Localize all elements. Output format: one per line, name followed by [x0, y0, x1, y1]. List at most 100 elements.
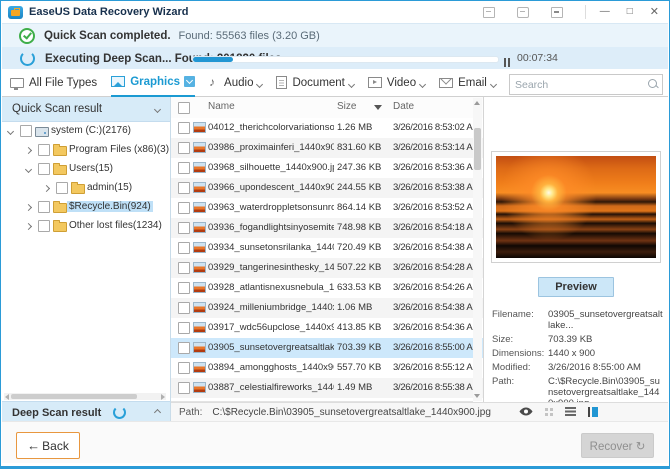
- file-row[interactable]: 03928_atlantisnexusnebula_144...633.53 K…: [171, 278, 483, 298]
- scroll-down-arrow[interactable]: [474, 394, 480, 398]
- chevron-down-icon[interactable]: [347, 74, 355, 92]
- row-checkbox[interactable]: [178, 302, 190, 314]
- chevron-right-icon[interactable]: [42, 184, 51, 193]
- tree-item[interactable]: Users(15): [2, 160, 170, 179]
- chevron-down-icon[interactable]: [489, 74, 497, 92]
- tree-item-label: $Recycle.Bin(924): [67, 201, 153, 212]
- row-checkbox[interactable]: [178, 362, 190, 374]
- row-checkbox[interactable]: [178, 262, 190, 274]
- tree-checkbox[interactable]: [38, 201, 50, 213]
- row-checkbox[interactable]: [178, 382, 190, 394]
- close-button[interactable]: ✕: [650, 1, 659, 23]
- sort-desc-icon[interactable]: [374, 105, 382, 110]
- file-size: 703.39 KB: [337, 342, 382, 353]
- feedback-icon[interactable]: [516, 6, 529, 18]
- filter-audio[interactable]: Audio: [209, 69, 264, 96]
- tree-item[interactable]: $Recycle.Bin(924): [2, 198, 170, 217]
- filter-email[interactable]: Email: [439, 69, 497, 96]
- row-checkbox[interactable]: [178, 202, 190, 214]
- back-button[interactable]: ← Back: [16, 432, 80, 459]
- preview-eye-icon[interactable]: [519, 406, 533, 417]
- horizontal-scrollbar[interactable]: [4, 393, 166, 400]
- row-checkbox[interactable]: [178, 282, 190, 294]
- grid-view-icon[interactable]: [545, 407, 553, 416]
- scrollbar-thumb[interactable]: [474, 128, 481, 170]
- preview-button[interactable]: Preview: [538, 277, 614, 297]
- scrollbar-thumb[interactable]: [11, 394, 138, 399]
- file-row[interactable]: 03887_celestialfireworks_1440x...1.49 MB…: [171, 378, 483, 398]
- scanning-spinner-icon: [113, 406, 127, 419]
- chevron-right-icon[interactable]: [24, 222, 33, 231]
- file-row[interactable]: 03929_tangerinesinthesky_1440...507.22 K…: [171, 258, 483, 278]
- column-header-size[interactable]: Size: [337, 101, 356, 112]
- chevron-right-icon[interactable]: [24, 146, 33, 155]
- tree-item[interactable]: Program Files (x86)(3): [2, 141, 170, 160]
- vertical-scrollbar[interactable]: [473, 98, 482, 401]
- file-row[interactable]: 03968_silhouette_1440x900.jpg 247.36 KB 3/…: [171, 158, 483, 178]
- filter-document[interactable]: Document: [276, 69, 355, 96]
- file-name: 03968_silhouette_1440x900.jpg: [208, 162, 334, 173]
- quick-scan-status-row: Quick Scan completed. Found: 55563 files…: [2, 23, 668, 47]
- file-row[interactable]: 03924_milleniumbridge_1440x9...1.06 MB 3/…: [171, 298, 483, 318]
- file-row[interactable]: 03936_fogandlightsinyosemite... 748.98 KB…: [171, 218, 483, 238]
- success-check-icon: [19, 27, 35, 44]
- chevron-down-icon[interactable]: [6, 127, 15, 136]
- maximize-button[interactable]: □: [627, 1, 633, 23]
- row-checkbox[interactable]: [178, 342, 190, 354]
- file-row[interactable]: 03905_sunsetovergreatsaltlake... 703.39 K…: [171, 338, 483, 358]
- recover-button[interactable]: Recover ↻: [581, 433, 654, 458]
- file-size: 1.49 MB: [337, 382, 373, 393]
- tree-item[interactable]: admin(15): [2, 179, 170, 198]
- chevron-down-icon[interactable]: [419, 74, 427, 92]
- select-all-checkbox[interactable]: [178, 102, 190, 114]
- tree-checkbox[interactable]: [20, 125, 32, 137]
- row-checkbox[interactable]: [178, 142, 190, 154]
- column-header-name[interactable]: Name: [208, 101, 235, 112]
- file-row[interactable]: 03917_wdc56upclose_1440x90...413.85 KB 3/…: [171, 318, 483, 338]
- tree-checkbox[interactable]: [56, 182, 68, 194]
- file-row[interactable]: 03986_proximainferi_1440x900...831.60 KB…: [171, 138, 483, 158]
- tree-item[interactable]: system (C:)(2176): [2, 122, 170, 141]
- file-row[interactable]: 03934_sunsetonsrilanka_1440x...720.49 KB…: [171, 238, 483, 258]
- list-view-icon[interactable]: [565, 407, 576, 416]
- deep-scan-result-header[interactable]: Deep Scan result: [2, 401, 170, 423]
- chevron-right-icon[interactable]: [24, 203, 33, 212]
- tree-item[interactable]: Other lost files(1234): [2, 217, 170, 236]
- row-checkbox[interactable]: [178, 242, 190, 254]
- row-checkbox[interactable]: [178, 162, 190, 174]
- file-date: 3/26/2016 8:53:36 AM: [393, 162, 477, 173]
- filter-graphics[interactable]: Graphics: [111, 68, 196, 97]
- tree-checkbox[interactable]: [38, 144, 50, 156]
- file-row[interactable]: 03966_upondescent_1440x900...244.55 KB 3/…: [171, 178, 483, 198]
- search-input[interactable]: [510, 75, 642, 95]
- file-row[interactable]: 03894_amongghosts_1440x900...557.70 KB 3/…: [171, 358, 483, 378]
- columns-view-icon[interactable]: [588, 406, 598, 417]
- app-logo-icon: [8, 5, 23, 19]
- file-row[interactable]: 04012_therichcolorvariationsof... 1.26 MB…: [171, 118, 483, 138]
- search-icon[interactable]: [648, 79, 657, 88]
- tree-item-label: system (C:)(2176): [51, 125, 132, 136]
- column-header-date[interactable]: Date: [393, 101, 414, 112]
- file-name: 03936_fogandlightsinyosemite...: [208, 222, 334, 233]
- quick-scan-result-header[interactable]: Quick Scan result: [2, 97, 170, 122]
- file-name: 03963_waterdroppletsonsunro...: [208, 202, 334, 213]
- chevron-down-icon[interactable]: [256, 74, 264, 92]
- tree-checkbox[interactable]: [38, 163, 50, 175]
- chevron-down-icon[interactable]: [184, 76, 196, 87]
- menu-icon[interactable]: [550, 6, 563, 18]
- tree-checkbox[interactable]: [38, 220, 50, 232]
- file-size: 413.85 KB: [337, 322, 382, 333]
- row-checkbox[interactable]: [178, 122, 190, 134]
- row-checkbox[interactable]: [178, 222, 190, 234]
- row-checkbox[interactable]: [178, 182, 190, 194]
- share-icon[interactable]: [482, 6, 495, 18]
- image-file-icon: [193, 142, 206, 153]
- filter-all-file-types[interactable]: All File Types: [10, 69, 97, 96]
- scroll-up-arrow[interactable]: [474, 101, 480, 105]
- row-checkbox[interactable]: [178, 322, 190, 334]
- minimize-button[interactable]: —: [600, 1, 610, 23]
- monitor-icon: [10, 77, 24, 90]
- file-row[interactable]: 03963_waterdroppletsonsunro... 864.14 KB 3…: [171, 198, 483, 218]
- chevron-down-icon[interactable]: [24, 165, 33, 174]
- filter-video[interactable]: Video: [367, 69, 427, 96]
